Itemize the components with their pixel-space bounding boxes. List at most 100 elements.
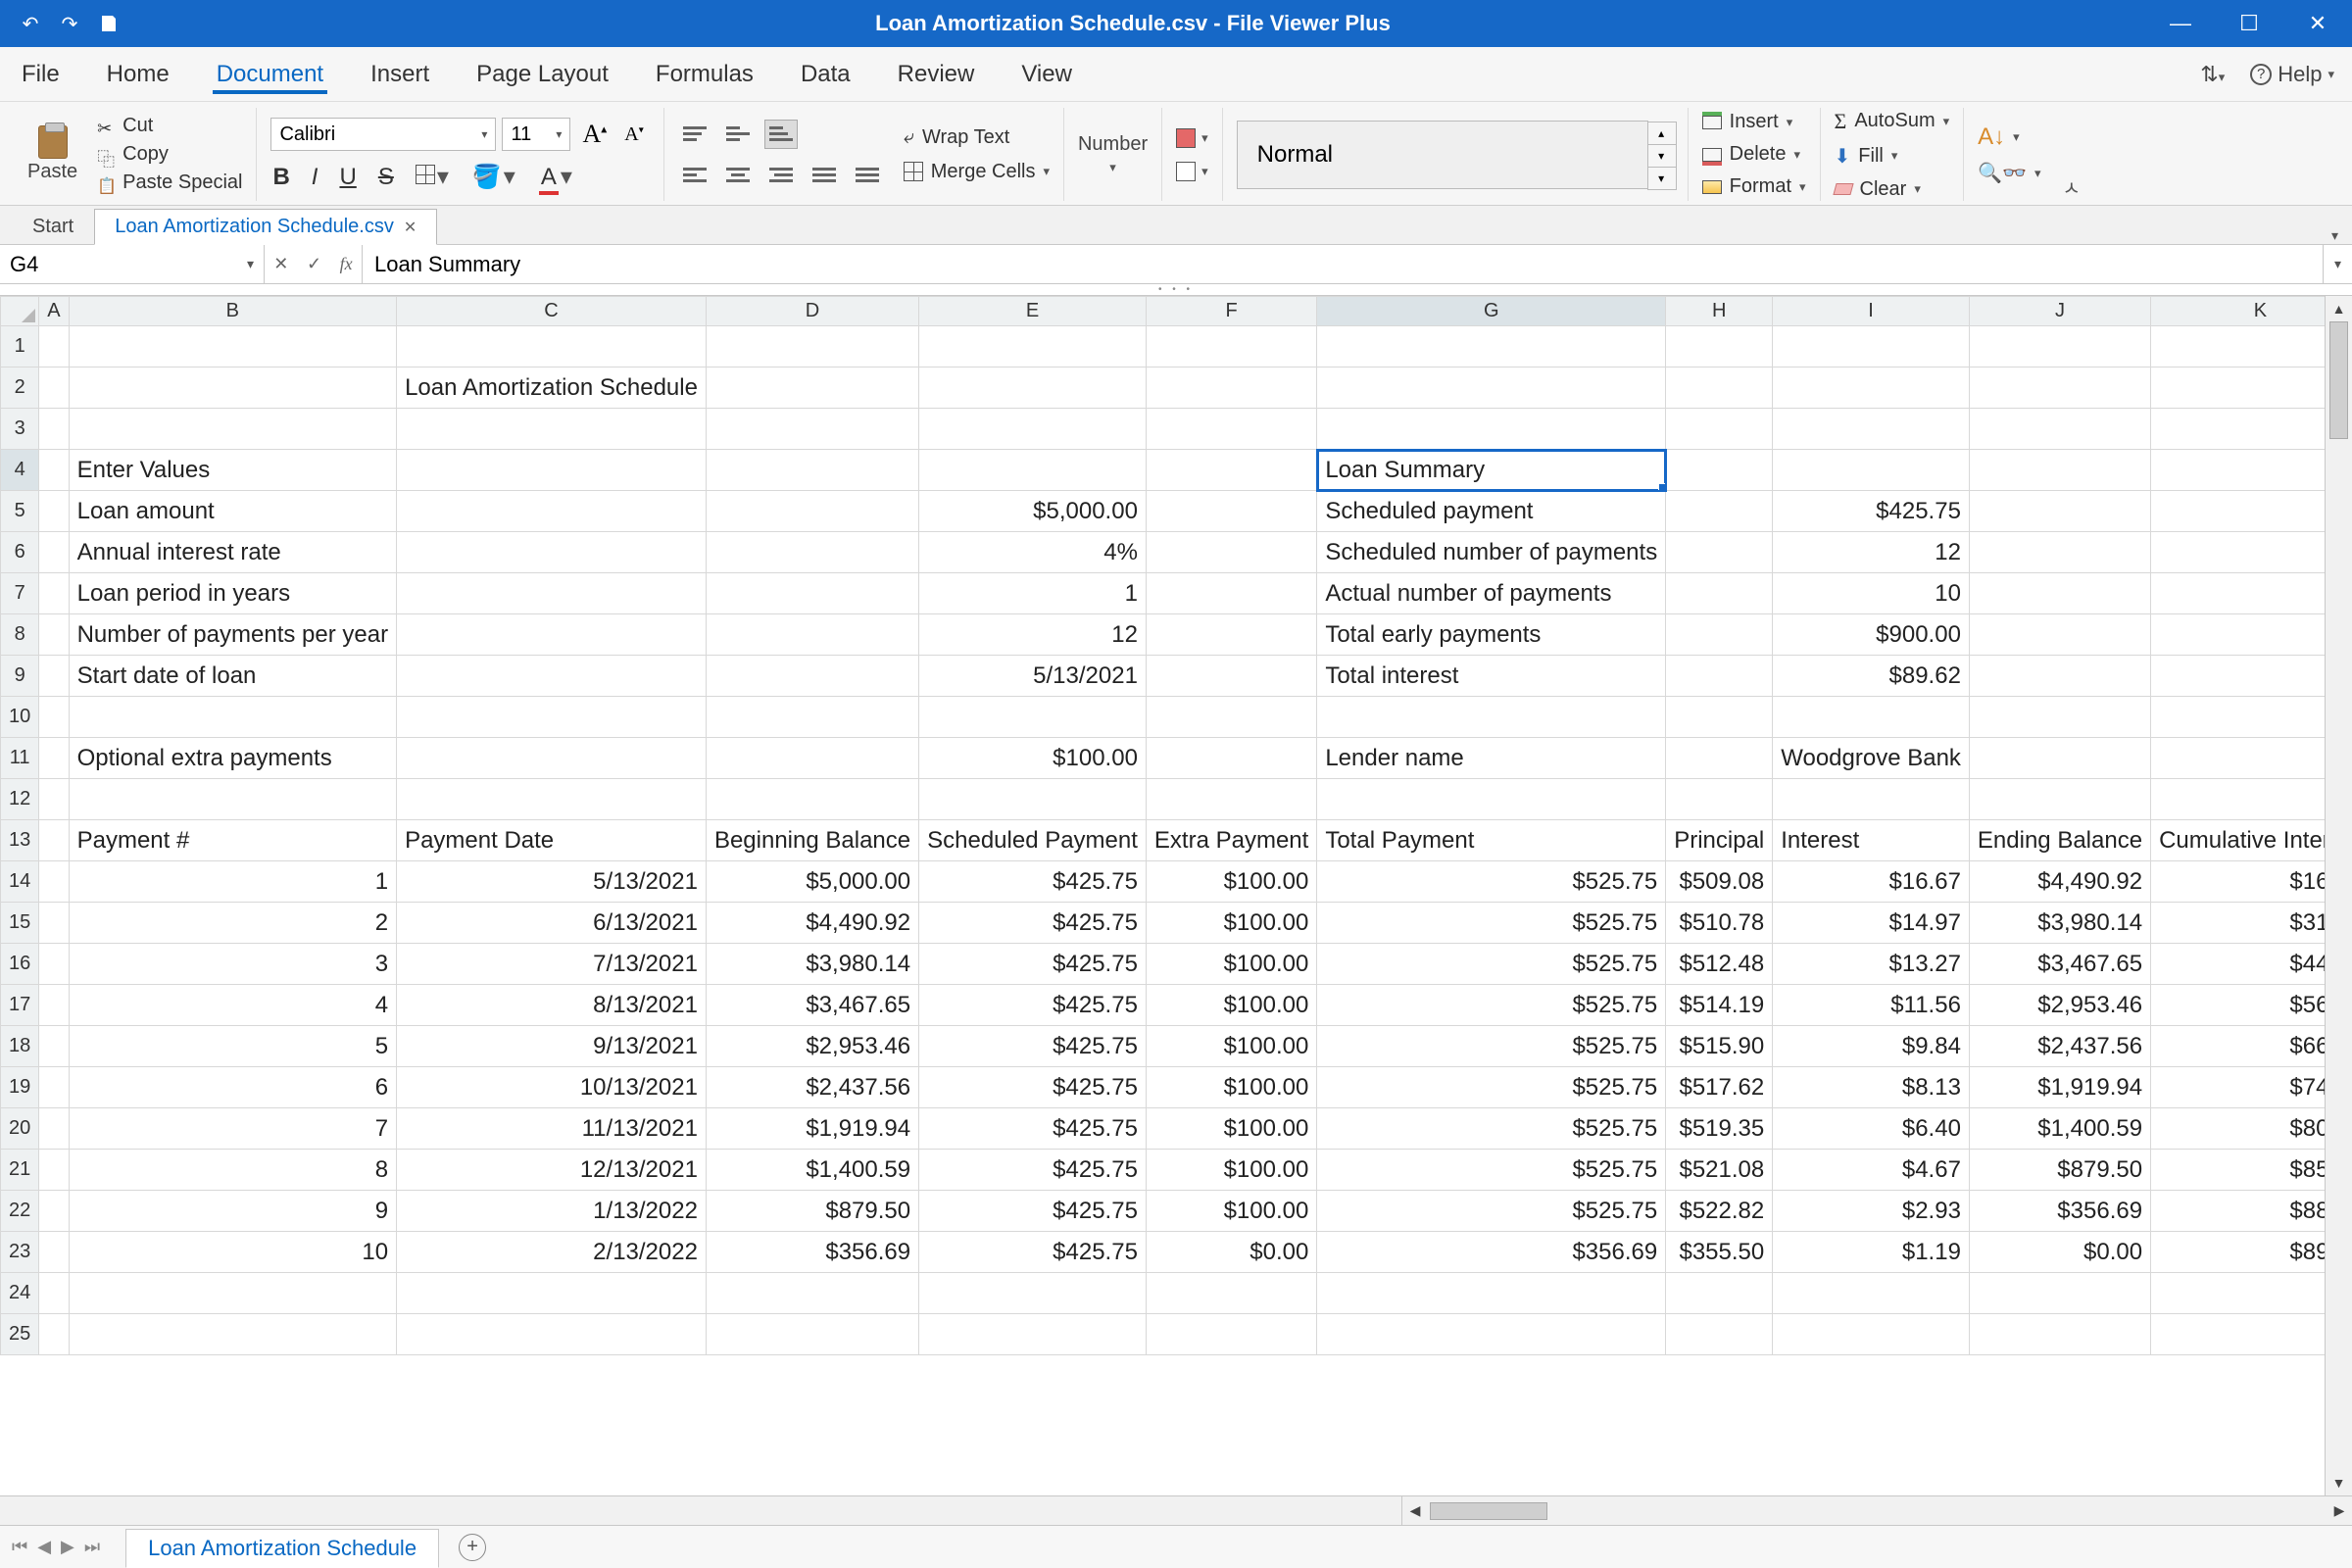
cell[interactable] xyxy=(1773,450,1970,491)
cell[interactable]: $6.40 xyxy=(1773,1108,1970,1150)
cell[interactable] xyxy=(2151,326,2325,368)
cell[interactable] xyxy=(1666,697,1773,738)
outdent-button[interactable] xyxy=(808,161,841,190)
cell[interactable] xyxy=(39,820,69,861)
hscroll-thumb[interactable] xyxy=(1430,1502,1547,1520)
cell[interactable]: $4,490.92 xyxy=(1969,861,2150,903)
cell[interactable]: 5 xyxy=(69,1026,396,1067)
cell[interactable]: $525.75 xyxy=(1317,1067,1666,1108)
font-family-select[interactable]: Calibri▾ xyxy=(270,118,496,151)
cell[interactable]: $14.97 xyxy=(1773,903,1970,944)
cell[interactable] xyxy=(1969,697,2150,738)
menu-formulas[interactable]: Formulas xyxy=(652,55,758,94)
cell[interactable] xyxy=(1146,368,1316,409)
cell[interactable]: $425.75 xyxy=(919,1108,1147,1150)
cell[interactable]: $1.19 xyxy=(1773,1232,1970,1273)
font-size-select[interactable]: 11▾ xyxy=(502,118,570,151)
cell[interactable] xyxy=(919,697,1147,738)
row-header-5[interactable]: 5 xyxy=(1,491,39,532)
cell[interactable] xyxy=(1146,738,1316,779)
cell[interactable]: Payment # xyxy=(69,820,396,861)
cell[interactable]: $1,400.59 xyxy=(706,1150,918,1191)
cond-format-button[interactable]: ▾ xyxy=(1176,128,1208,148)
cell[interactable]: $525.75 xyxy=(1317,1150,1666,1191)
cell[interactable] xyxy=(39,944,69,985)
cell[interactable] xyxy=(1969,656,2150,697)
cell[interactable] xyxy=(1666,1273,1773,1314)
cell[interactable] xyxy=(1773,1273,1970,1314)
row-header-3[interactable]: 3 xyxy=(1,409,39,450)
cell[interactable]: 8/13/2021 xyxy=(397,985,707,1026)
cell[interactable]: 9/13/2021 xyxy=(397,1026,707,1067)
cell[interactable]: $2,953.46 xyxy=(1969,985,2150,1026)
cell[interactable] xyxy=(706,614,918,656)
cell[interactable] xyxy=(1666,573,1773,614)
cell[interactable] xyxy=(919,368,1147,409)
cell[interactable]: $521.08 xyxy=(1666,1150,1773,1191)
cell[interactable]: $11.56 xyxy=(1773,985,1970,1026)
delete-button[interactable]: Delete▾ xyxy=(1702,143,1806,166)
cell[interactable]: $519.35 xyxy=(1666,1108,1773,1150)
horizontal-scrollbar[interactable]: ◀ ▶ xyxy=(1401,1496,2352,1525)
cell[interactable] xyxy=(1317,326,1666,368)
cell[interactable]: $3,980.14 xyxy=(1969,903,2150,944)
cell[interactable]: Scheduled number of payments xyxy=(1317,532,1666,573)
cell[interactable]: $525.75 xyxy=(1317,944,1666,985)
cell[interactable]: $100.00 xyxy=(1146,1150,1316,1191)
cell[interactable]: 4% xyxy=(919,532,1147,573)
cell[interactable] xyxy=(39,1273,69,1314)
cell[interactable] xyxy=(919,779,1147,820)
prev-sheet-icon[interactable]: ◀ xyxy=(37,1537,51,1557)
fill-color-button[interactable]: 🪣▾ xyxy=(470,163,519,191)
cell[interactable] xyxy=(39,532,69,573)
cell[interactable]: Actual number of payments xyxy=(1317,573,1666,614)
cell[interactable]: $100.00 xyxy=(1146,1026,1316,1067)
cell[interactable] xyxy=(1317,1314,1666,1355)
cell[interactable] xyxy=(39,1191,69,1232)
row-header-17[interactable]: 17 xyxy=(1,985,39,1026)
strike-button[interactable]: S xyxy=(376,164,396,191)
cell[interactable]: $100.00 xyxy=(919,738,1147,779)
cell[interactable] xyxy=(1773,1314,1970,1355)
align-center-button[interactable] xyxy=(721,161,755,190)
cell[interactable]: $525.75 xyxy=(1317,903,1666,944)
cell[interactable] xyxy=(1666,368,1773,409)
cell[interactable]: $425.75 xyxy=(919,903,1147,944)
cell[interactable] xyxy=(706,573,918,614)
ribbon-options-icon[interactable]: ⇅▾ xyxy=(2200,62,2225,87)
cell[interactable]: 1 xyxy=(919,573,1147,614)
cell[interactable] xyxy=(69,326,396,368)
italic-button[interactable]: I xyxy=(310,164,320,191)
cell-style-select[interactable]: Normal ▴▾▾ xyxy=(1237,121,1648,189)
paste-button[interactable]: Paste xyxy=(27,125,77,183)
number-format-button[interactable]: Number▾ xyxy=(1078,133,1148,175)
cell[interactable] xyxy=(1666,409,1773,450)
cell[interactable] xyxy=(397,779,707,820)
cell[interactable] xyxy=(1773,368,1970,409)
help-button[interactable]: ?Help▾ xyxy=(2250,62,2334,87)
cell[interactable]: $100.00 xyxy=(1146,1108,1316,1150)
save-icon[interactable] xyxy=(98,13,120,34)
format-table-button[interactable]: ▾ xyxy=(1176,162,1208,181)
cell[interactable] xyxy=(1969,409,2150,450)
doc-tabs-overflow[interactable]: ▾ xyxy=(2331,227,2352,244)
row-header-9[interactable]: 9 xyxy=(1,656,39,697)
menu-review[interactable]: Review xyxy=(894,55,979,94)
row-header-6[interactable]: 6 xyxy=(1,532,39,573)
cell[interactable]: $425.75 xyxy=(919,1232,1147,1273)
scroll-down-icon[interactable]: ▼ xyxy=(2326,1470,2352,1495)
scroll-thumb[interactable] xyxy=(2329,321,2348,439)
cell[interactable] xyxy=(1773,779,1970,820)
row-header-2[interactable]: 2 xyxy=(1,368,39,409)
formula-bar-gripper[interactable]: • • • xyxy=(0,284,2352,296)
cell[interactable] xyxy=(39,1232,69,1273)
cell[interactable]: $80.83 xyxy=(2151,1108,2325,1150)
cell[interactable] xyxy=(1969,326,2150,368)
cell[interactable] xyxy=(2151,409,2325,450)
cell[interactable] xyxy=(919,450,1147,491)
cell[interactable]: $1,400.59 xyxy=(1969,1108,2150,1150)
cell[interactable] xyxy=(1666,614,1773,656)
cell[interactable] xyxy=(397,532,707,573)
cell[interactable] xyxy=(706,368,918,409)
cell[interactable]: $425.75 xyxy=(919,1150,1147,1191)
